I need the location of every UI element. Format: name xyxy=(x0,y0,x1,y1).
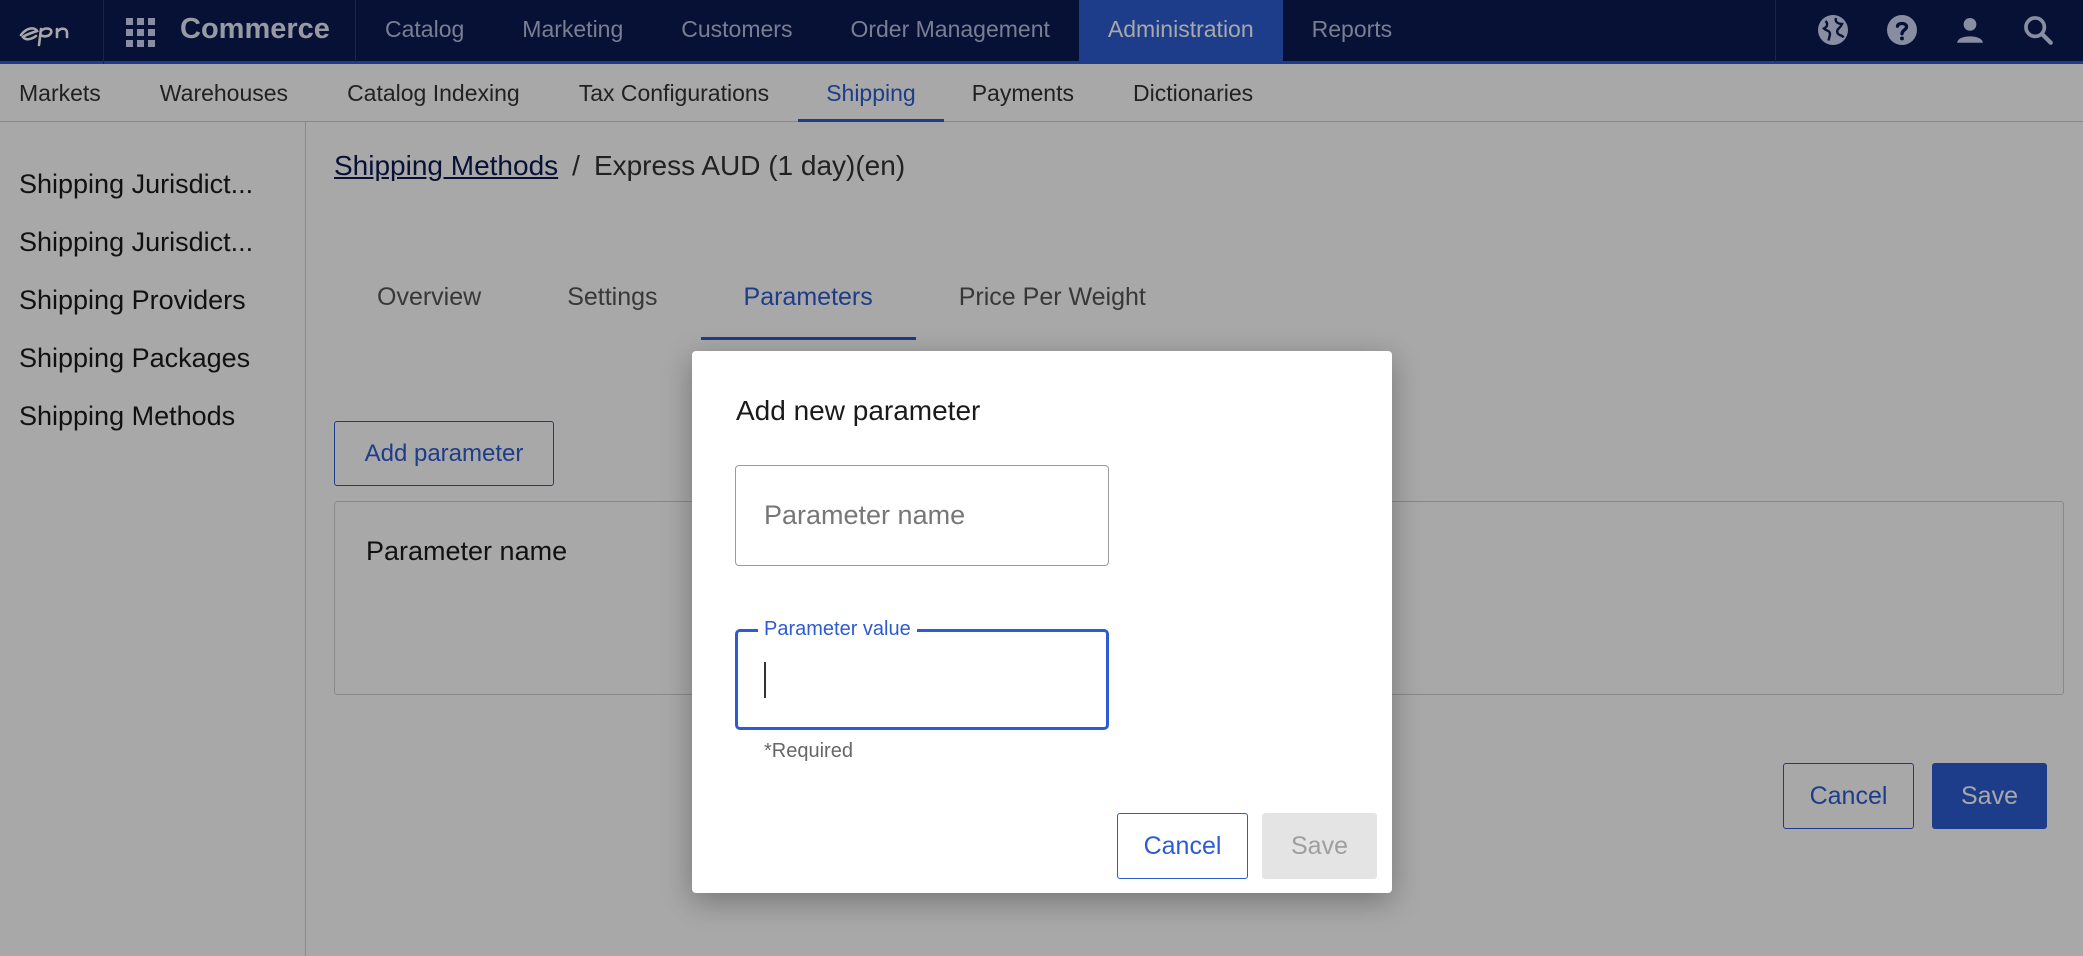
parameter-name-field xyxy=(735,465,1109,566)
required-helper-text: *Required xyxy=(764,740,853,762)
dialog-cancel-button[interactable]: Cancel xyxy=(1117,813,1248,879)
parameter-value-field: Parameter value xyxy=(735,618,1109,730)
text-caret xyxy=(764,662,766,698)
parameter-value-input[interactable] xyxy=(738,632,1106,727)
add-parameter-dialog: Add new parameter Parameter value *Requi… xyxy=(692,351,1392,893)
parameter-name-input[interactable] xyxy=(736,466,1108,565)
dialog-save-button[interactable]: Save xyxy=(1262,813,1377,879)
dialog-title: Add new parameter xyxy=(736,395,981,426)
